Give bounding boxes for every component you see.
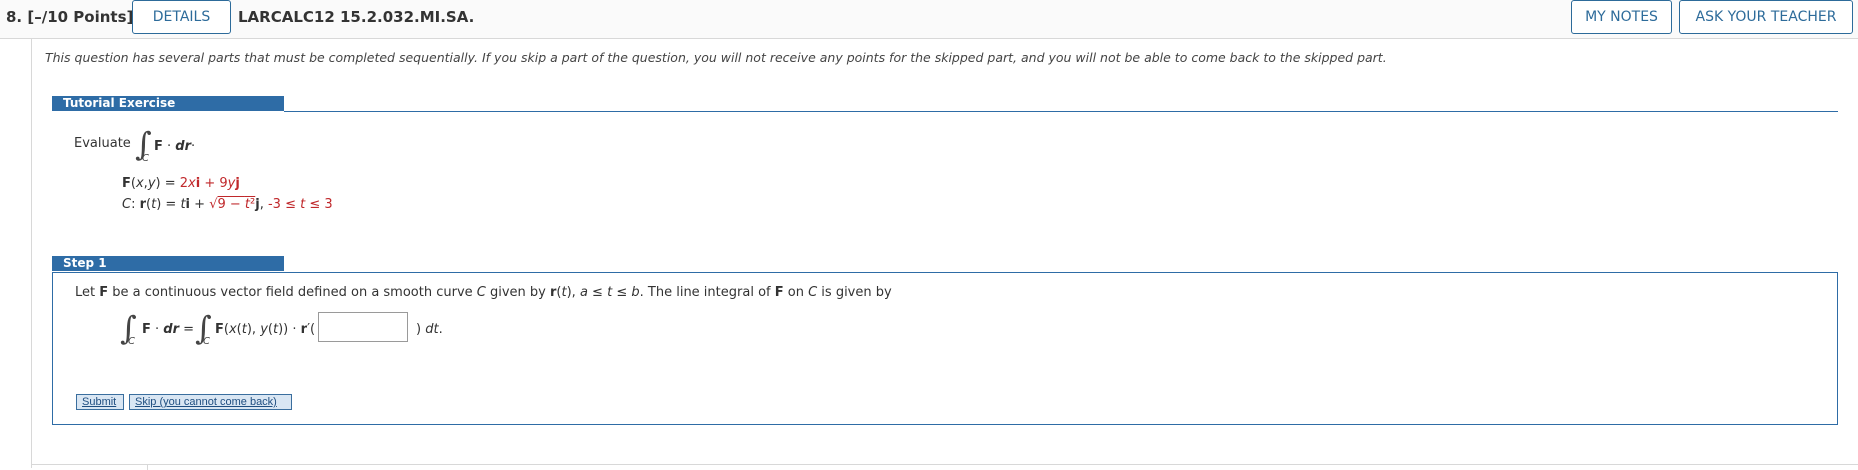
integral-subscript: C [142, 153, 149, 164]
sequential-notice: This question has several parts that mus… [45, 50, 1387, 65]
question-header: 8. [–/10 Points] DETAILS LARCALC12 15.2.… [0, 0, 1858, 39]
formula-rhs: F(x(t), y(t)) · r′( [215, 322, 316, 337]
tutorial-heading: Tutorial Exercise [52, 96, 284, 111]
integral-subscript: C [128, 336, 135, 347]
question-number: 8. [–/10 Points] [6, 8, 134, 26]
question-code: LARCALC12 15.2.032.MI.SA. [238, 8, 475, 26]
step-1-heading: Step 1 [52, 256, 284, 271]
formula-tail: ) dt. [416, 322, 443, 337]
submit-button[interactable]: Submit [76, 394, 124, 410]
divider [31, 464, 1858, 465]
curve-definition: C: r(t) = ti + √9 − t²j, -3 ≤ t ≤ 3 [122, 197, 333, 212]
answer-input[interactable] [318, 312, 408, 342]
step-1-description: Let F be a continuous vector field defin… [75, 285, 892, 300]
skip-button[interactable]: Skip (you cannot come back) [129, 394, 292, 410]
ask-teacher-button[interactable]: ASK YOUR TEACHER [1679, 0, 1853, 34]
integral-subscript: C [203, 336, 210, 347]
points-label: [–/10 Points] [27, 8, 134, 26]
divider-tick [147, 464, 148, 470]
vector-field-definition: F(x,y) = 2xi + 9yj [122, 176, 240, 191]
evaluate-label: Evaluate [74, 136, 131, 151]
integrand: F · dr· [154, 139, 196, 154]
tutorial-divider [284, 111, 1838, 112]
formula-lhs: F · dr = [142, 322, 195, 337]
my-notes-button[interactable]: MY NOTES [1571, 0, 1672, 34]
details-button[interactable]: DETAILS [132, 0, 231, 34]
